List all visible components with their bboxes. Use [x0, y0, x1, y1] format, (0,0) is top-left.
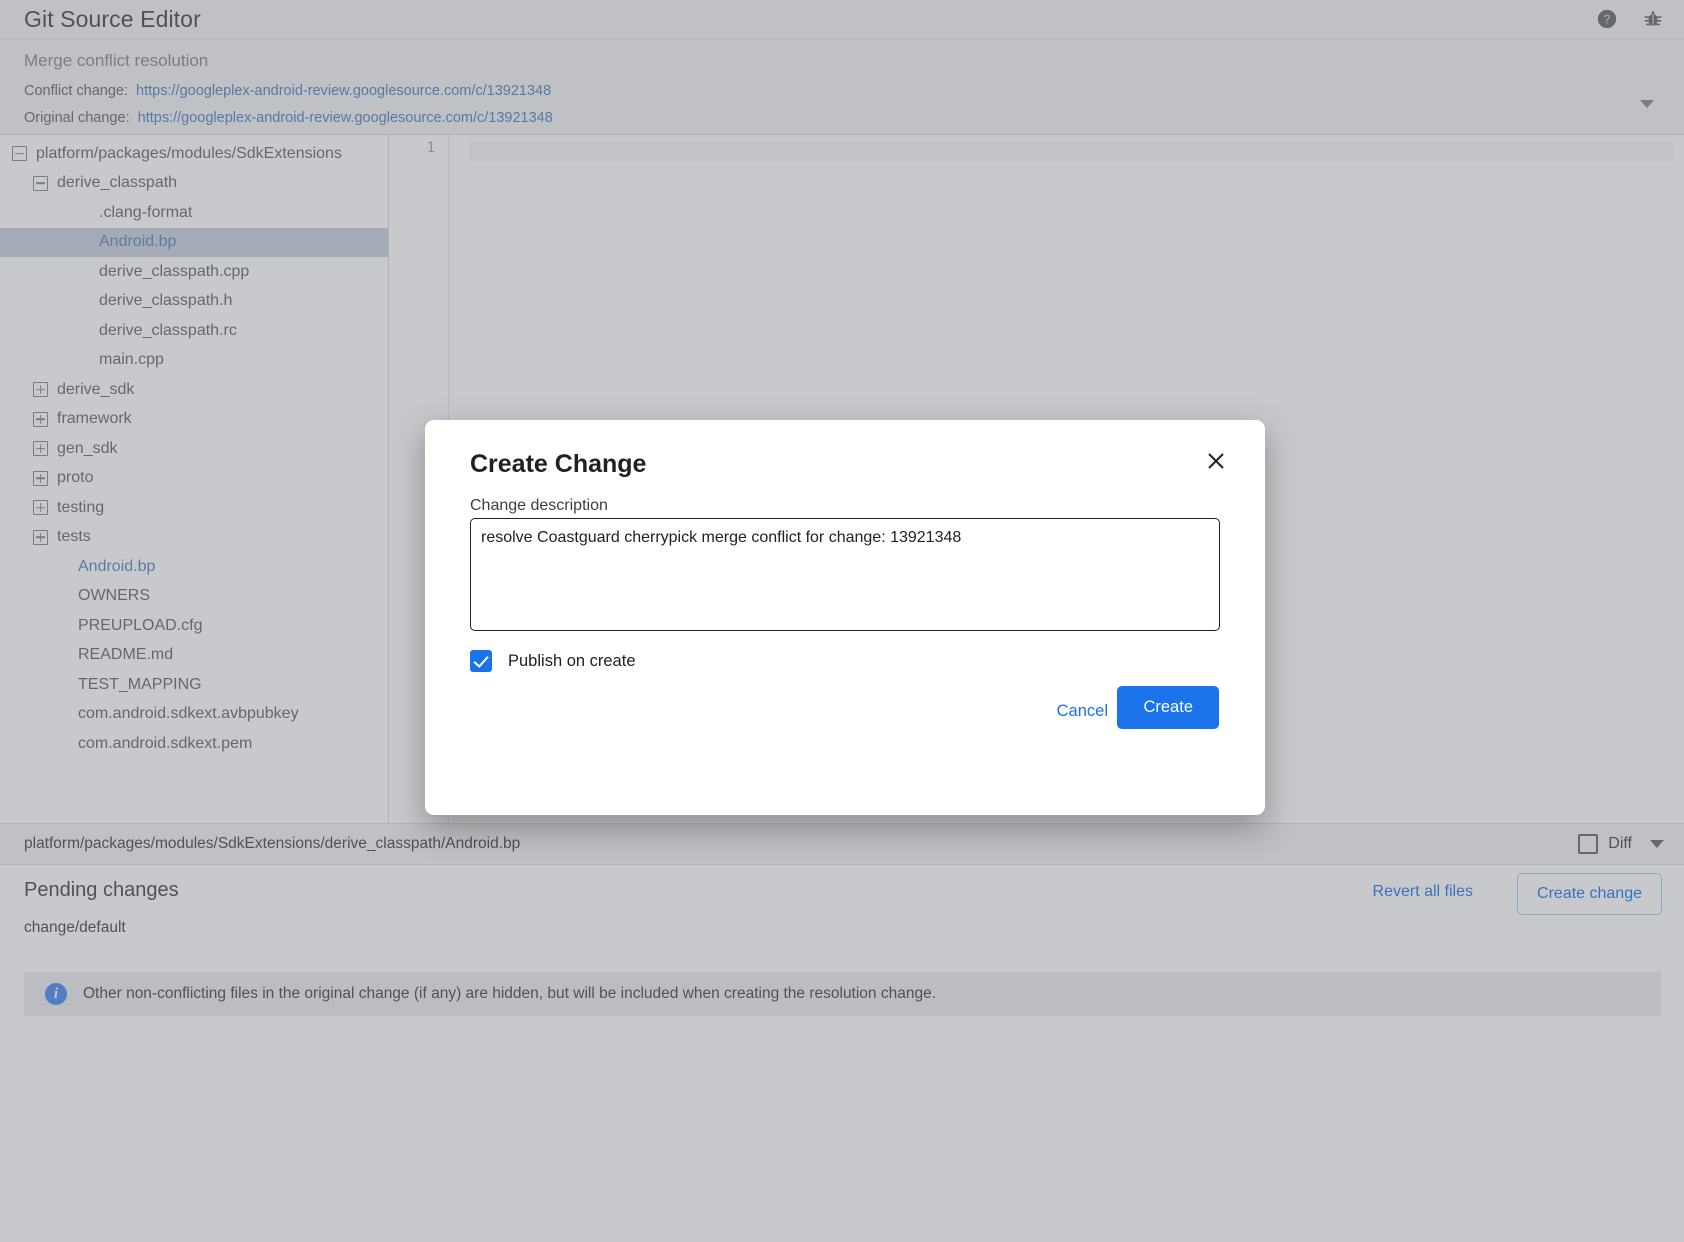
publish-on-create-row[interactable]: Publish on create — [470, 650, 636, 672]
publish-on-create-checkbox[interactable] — [470, 650, 492, 672]
cancel-button[interactable]: Cancel — [1043, 692, 1122, 731]
dialog-title: Create Change — [470, 450, 646, 479]
create-button[interactable]: Create — [1117, 686, 1219, 729]
create-change-dialog: Create Change Change description Publish… — [425, 420, 1265, 815]
change-description-input[interactable] — [470, 518, 1220, 631]
publish-on-create-label: Publish on create — [508, 652, 636, 671]
change-description-label: Change description — [470, 497, 608, 515]
close-icon[interactable] — [1199, 444, 1233, 478]
